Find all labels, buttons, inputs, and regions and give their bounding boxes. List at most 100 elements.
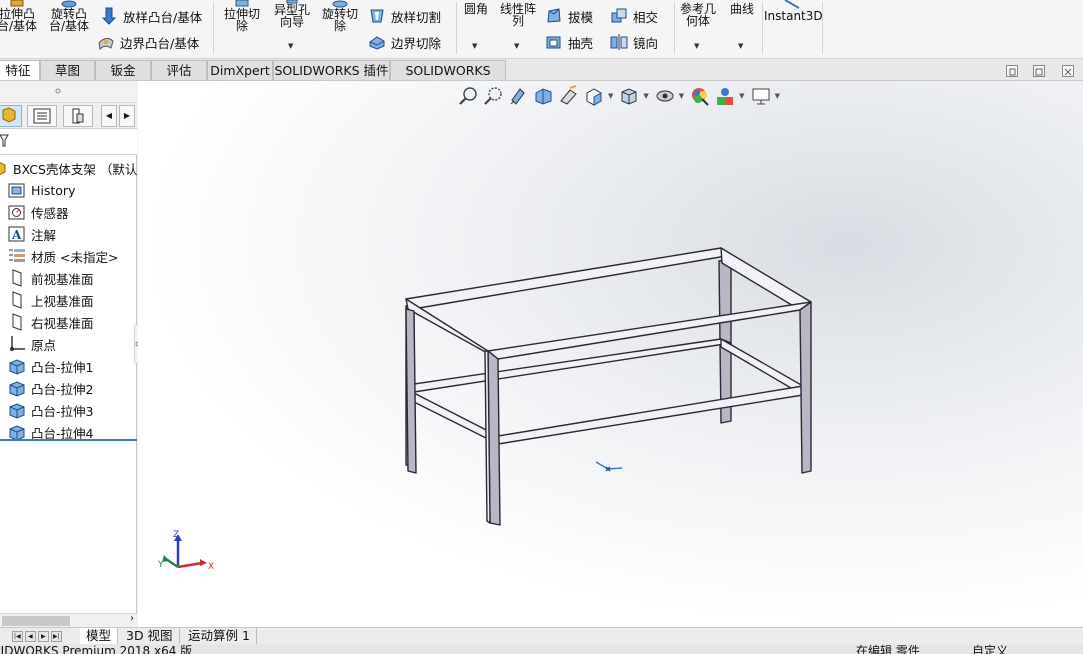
scrollbar-thumb[interactable] <box>2 616 70 626</box>
instant3d-button[interactable]: Instant3D <box>764 0 823 22</box>
boundary-cut-button[interactable]: 边界切除 <box>368 32 441 52</box>
tree-item-origin[interactable]: 原点 <box>8 333 56 355</box>
loft-cut-icon <box>370 9 384 23</box>
linear-pattern-button[interactable]: 线性阵 列 ▼ <box>496 3 540 50</box>
feature-tree-icon <box>2 107 16 123</box>
draft-icon <box>547 8 561 23</box>
tree-root-part[interactable]: BXCS壳体支架 （默认<< <box>0 157 158 179</box>
tab-solidworks-addins[interactable]: SOLIDWORKS 插件 <box>273 60 390 80</box>
curves-button[interactable]: 曲线 ▼ <box>724 3 760 50</box>
dropdown-arrow-icon[interactable]: ▼ <box>514 40 519 52</box>
tree-item-boss-extrude-2[interactable]: 凸台-拉伸2 <box>8 377 93 399</box>
last-icon: ▶| <box>53 633 60 640</box>
tree-item-boss-extrude-3[interactable]: 凸台-拉伸3 <box>8 399 93 421</box>
last-tab-button[interactable]: ▶| <box>51 631 62 642</box>
front-right-post[interactable] <box>799 301 812 474</box>
tree-item-top-plane[interactable]: 上视基准面 <box>8 289 94 311</box>
rollback-bar[interactable] <box>0 439 137 441</box>
tab-model[interactable]: 模型 <box>80 628 119 644</box>
extrude-boss-button[interactable]: 拉伸凸 台/基体 <box>0 0 42 32</box>
dropdown-arrow-icon[interactable]: ▼ <box>288 40 293 52</box>
top-left-rail[interactable] <box>405 298 499 360</box>
tree-item-right-plane[interactable]: 右视基准面 <box>8 311 94 333</box>
panel-grip[interactable] <box>0 81 137 103</box>
close-window-button[interactable] <box>1062 65 1074 77</box>
hole-wizard-button[interactable]: 异型孔 向导 ▼ <box>268 0 316 50</box>
origin-indicator-icon <box>595 461 623 472</box>
tab-feature-tree[interactable] <box>0 105 22 127</box>
boss-extrude-icon <box>9 381 25 397</box>
tab-features[interactable]: 特征 <box>0 60 40 80</box>
frame-model[interactable]: .lt { fill: #f2f1f8; stroke: #2b2833; st… <box>138 81 1083 627</box>
dropdown-arrow-icon[interactable]: ▼ <box>694 40 699 52</box>
mirror-icon <box>610 34 628 50</box>
status-units[interactable]: 自定义 <box>972 645 1008 654</box>
tree-item-annotations[interactable]: A 注解 <box>8 223 56 245</box>
restore-icon <box>1009 68 1016 76</box>
first-icon: |◀ <box>14 633 21 640</box>
chevron-left-icon: ◀ <box>105 111 113 120</box>
top-back-rail[interactable] <box>405 247 733 309</box>
left-corner-post[interactable] <box>405 308 417 474</box>
revolve-boss-button[interactable]: 旋转凸 台/基体 <box>44 0 94 32</box>
tab-configuration-manager[interactable] <box>63 105 93 127</box>
tab-property-manager[interactable] <box>27 105 57 127</box>
grip-dot-icon <box>55 88 61 94</box>
first-tab-button[interactable]: |◀ <box>12 631 23 642</box>
chevron-right-icon: ▶ <box>123 111 131 120</box>
intersect-button[interactable]: 相交 <box>610 6 658 26</box>
graphics-area[interactable]: ▼ ▼ ▼ ▼ ▼ .lt { fill: #f2f1f8; stroke: #… <box>138 81 1083 627</box>
history-icon <box>8 183 25 198</box>
chevron-right-icon[interactable]: › <box>130 613 134 624</box>
tab-motion-study-1[interactable]: 运动算例 1 <box>182 628 257 644</box>
tree-filter[interactable] <box>0 129 137 155</box>
tree-item-front-plane[interactable]: 前视基准面 <box>8 267 94 289</box>
tab-sheet-metal[interactable]: 钣金 <box>95 60 151 80</box>
lower-right-rail[interactable] <box>720 338 804 396</box>
mirror-button[interactable]: 镜向 <box>610 32 658 52</box>
boundary-boss-button[interactable]: 边界凸台/基体 <box>97 32 199 52</box>
tree-item-history[interactable]: History <box>8 179 75 201</box>
restore-window-button[interactable] <box>1006 65 1018 77</box>
status-editing: 在编辑 零件 <box>856 644 920 654</box>
lower-left-rail[interactable] <box>407 389 499 445</box>
dropdown-arrow-icon[interactable]: ▼ <box>472 40 477 52</box>
next-tab-button[interactable]: ▶ <box>38 631 49 642</box>
reference-geometry-button[interactable]: 参考几 何体 ▼ <box>676 3 720 50</box>
lower-front-rail[interactable] <box>497 385 804 445</box>
ribbon-separator <box>456 2 457 54</box>
tab-sketch[interactable]: 草图 <box>40 60 95 80</box>
fillet-button[interactable]: 圆角 ▼ <box>458 3 494 50</box>
tab-evaluate[interactable]: 评估 <box>151 60 207 80</box>
top-right-rail[interactable] <box>720 247 812 311</box>
panel-horizontal-scrollbar[interactable]: › <box>0 613 137 627</box>
draft-button[interactable]: 拔模 <box>545 6 593 26</box>
panel-scroll-right-button[interactable]: ▶ <box>119 105 135 127</box>
loft-boss-button[interactable]: 放样凸台/基体 <box>100 6 202 26</box>
loft-cut-button[interactable]: 放样切割 <box>368 6 441 26</box>
shell-button[interactable]: 抽壳 <box>545 32 593 52</box>
tree-item-boss-extrude-1[interactable]: 凸台-拉伸1 <box>8 355 93 377</box>
expand-window-button[interactable] <box>1033 65 1045 77</box>
panel-scroll-left-button[interactable]: ◀ <box>101 105 117 127</box>
command-manager-ribbon: 拉伸凸 台/基体 旋转凸 台/基体 放样凸台/基体 边界凸台/基体 拉伸切 除 … <box>0 0 1083 59</box>
dropdown-arrow-icon[interactable]: ▼ <box>738 40 743 52</box>
bottom-tab-bar: |◀ ◀ ▶ ▶| 模型 3D 视图 运动算例 1 <box>0 627 1083 644</box>
status-product-version: LIDWORKS Premium 2018 x64 版 <box>0 644 193 654</box>
prev-tab-button[interactable]: ◀ <box>25 631 36 642</box>
tab-solidworks-mbd[interactable]: SOLIDWORKS MBD <box>390 60 506 97</box>
tab-dimxpert[interactable]: DimXpert <box>207 60 273 80</box>
revolve-cut-button[interactable]: 旋转切 除 <box>316 0 364 32</box>
command-manager-tabs: 特征 草图 钣金 评估 DimXpert SOLIDWORKS 插件 SOLID… <box>0 59 1083 97</box>
tab-3d-view[interactable]: 3D 视图 <box>120 628 180 644</box>
origin-icon <box>10 336 25 351</box>
boss-extrude-icon <box>9 359 25 375</box>
plane-icon <box>12 291 22 309</box>
filter-icon <box>0 134 9 147</box>
ribbon-separator <box>822 2 823 54</box>
tree-item-material[interactable]: 材质 <未指定> <box>8 245 118 267</box>
tree-item-sensors[interactable]: 传感器 <box>8 201 69 223</box>
expand-icon <box>1035 68 1043 76</box>
extrude-cut-button[interactable]: 拉伸切 除 <box>218 0 266 32</box>
feature-manager-panel: ◀ ▶ BXCS壳体支架 （默认<< History 传感器 A 注解 材质 <… <box>0 81 158 627</box>
